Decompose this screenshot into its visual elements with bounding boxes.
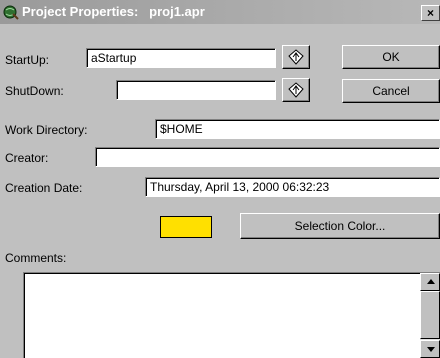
cancel-button[interactable]: Cancel — [342, 79, 440, 103]
shutdown-script-button[interactable] — [282, 78, 310, 102]
script-hand-icon — [288, 82, 304, 98]
scroll-up-button[interactable] — [420, 273, 440, 291]
scroll-down-button[interactable] — [420, 340, 440, 358]
work-directory-label: Work Directory: — [5, 123, 88, 137]
work-directory-field[interactable]: $HOME — [155, 119, 440, 139]
selection-color-button[interactable]: Selection Color... — [240, 213, 440, 239]
creator-label: Creator: — [5, 151, 49, 165]
ok-button[interactable]: OK — [342, 45, 440, 69]
selection-color-swatch — [160, 216, 212, 238]
globe-icon — [3, 5, 19, 20]
window-title: Project Properties: proj1.apr — [22, 4, 205, 19]
comments-textarea[interactable] — [23, 272, 440, 358]
creation-date-label: Creation Date: — [5, 181, 83, 195]
comments-scrollbar[interactable] — [420, 273, 440, 358]
shutdown-label: ShutDown: — [5, 84, 64, 98]
startup-script-button[interactable] — [282, 45, 310, 69]
creation-date-field: Thursday, April 13, 2000 06:32:23 — [145, 177, 440, 197]
startup-field[interactable]: aStartup — [86, 48, 276, 68]
title-bar[interactable]: Project Properties: proj1.apr × — [0, 0, 440, 24]
creator-field[interactable] — [95, 147, 440, 167]
comments-label: Comments: — [5, 251, 67, 265]
script-hand-icon — [288, 49, 304, 65]
close-button[interactable]: × — [421, 5, 440, 21]
scroll-thumb[interactable] — [420, 291, 440, 339]
arrow-up-icon — [427, 279, 435, 284]
shutdown-field[interactable] — [116, 80, 276, 100]
arrow-down-icon — [427, 347, 435, 352]
project-properties-dialog: Project Properties: proj1.apr × StartUp:… — [0, 0, 440, 358]
startup-label: StartUp: — [5, 53, 50, 67]
